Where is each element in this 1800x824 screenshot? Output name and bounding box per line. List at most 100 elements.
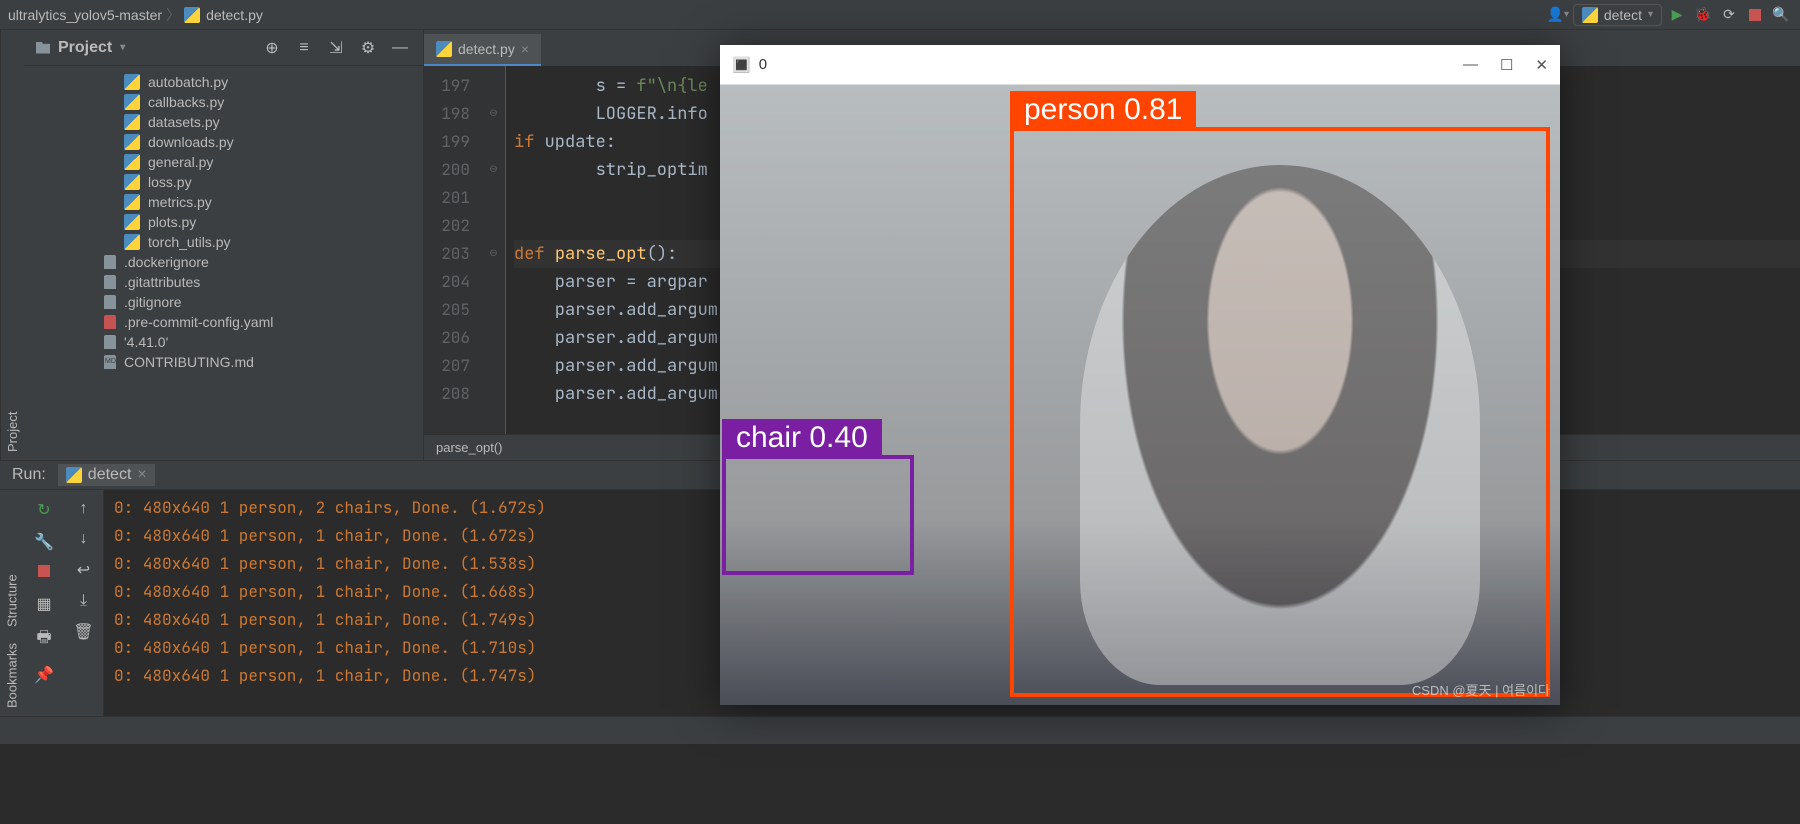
python-icon bbox=[66, 467, 82, 483]
toolbar-right: 👤▾ detect ▾ ▶ 🐞 ⟳ 🔍 bbox=[1547, 4, 1792, 26]
tree-item[interactable]: .gitignore bbox=[24, 292, 423, 312]
app-icon: 🔳 bbox=[732, 56, 751, 74]
left-toolwindow-stripe-bottom[interactable]: Bookmarks Structure bbox=[0, 490, 24, 716]
rerun-icon[interactable]: ↻ bbox=[37, 500, 50, 520]
python-icon bbox=[124, 94, 140, 110]
bbox-label: person 0.81 bbox=[1010, 91, 1196, 129]
file-icon bbox=[104, 275, 116, 289]
run-config-name: detect bbox=[1604, 7, 1642, 23]
line-gutter: 197198199200201202203204205206207208 bbox=[424, 66, 482, 434]
file-icon bbox=[104, 335, 116, 349]
breadcrumb[interactable]: ultralytics_yolov5-master 〉 detect.py bbox=[8, 5, 1547, 25]
breadcrumb-file[interactable]: detect.py bbox=[206, 7, 263, 23]
breadcrumb-root[interactable]: ultralytics_yolov5-master bbox=[8, 7, 162, 23]
tree-item[interactable]: '4.41.0' bbox=[24, 332, 423, 352]
wrap-icon[interactable]: ↩ bbox=[77, 560, 90, 580]
tree-item[interactable]: metrics.py bbox=[24, 192, 423, 212]
window-title: 0 bbox=[759, 56, 767, 73]
tree-item[interactable]: .dockerignore bbox=[24, 252, 423, 272]
select-opened-icon[interactable]: ⊕ bbox=[261, 37, 283, 59]
tree-item[interactable]: CONTRIBUTING.md bbox=[24, 352, 423, 372]
expand-all-icon[interactable]: ≡ bbox=[293, 37, 315, 59]
stop-icon[interactable] bbox=[38, 564, 50, 582]
chevron-down-icon: ▾ bbox=[1648, 9, 1653, 20]
debug-button[interactable]: 🐞 bbox=[1692, 4, 1714, 26]
minimize-icon[interactable]: — bbox=[389, 37, 411, 59]
tree-item[interactable]: plots.py bbox=[24, 212, 423, 232]
tab-label: detect.py bbox=[458, 41, 515, 57]
collapse-all-icon[interactable]: ⇲ bbox=[325, 37, 347, 59]
project-tab[interactable]: Project bbox=[5, 412, 20, 452]
search-button[interactable]: 🔍 bbox=[1770, 4, 1792, 26]
up-icon[interactable]: ↑ bbox=[80, 500, 88, 518]
editor-tab[interactable]: detect.py × bbox=[424, 34, 541, 66]
python-icon bbox=[436, 41, 452, 57]
fold-gutter[interactable]: ⊖⊖⊖ bbox=[482, 66, 506, 434]
python-icon bbox=[124, 154, 140, 170]
python-icon bbox=[124, 174, 140, 190]
top-navigation: ultralytics_yolov5-master 〉 detect.py 👤▾… bbox=[0, 0, 1800, 30]
wrench-icon[interactable]: 🔧 bbox=[34, 532, 54, 552]
stop-button[interactable] bbox=[1744, 4, 1766, 26]
markdown-icon bbox=[104, 355, 116, 369]
run-toolbar-primary: ↻ 🔧 ▦ 🖶 📌 bbox=[24, 490, 64, 716]
detection-window[interactable]: 🔳 0 — ☐ ✕ chair 0.40 person 0.81 CSDN @夏… bbox=[720, 45, 1560, 705]
minimize-icon[interactable]: — bbox=[1463, 56, 1478, 74]
python-icon bbox=[124, 214, 140, 230]
tree-item[interactable]: loss.py bbox=[24, 172, 423, 192]
run-title: Run: bbox=[12, 466, 46, 484]
file-icon bbox=[104, 295, 116, 309]
trash-icon[interactable]: 🗑 bbox=[73, 622, 93, 642]
down-icon[interactable]: ↓ bbox=[80, 530, 88, 548]
detection-titlebar[interactable]: 🔳 0 — ☐ ✕ bbox=[720, 45, 1560, 85]
scroll-icon[interactable]: ⤓ bbox=[80, 592, 87, 610]
tree-item[interactable]: callbacks.py bbox=[24, 92, 423, 112]
python-icon bbox=[124, 134, 140, 150]
run-toolbar-secondary: ↑ ↓ ↩ ⤓ 🗑 bbox=[64, 490, 104, 716]
bbox-chair: chair 0.40 bbox=[722, 455, 914, 575]
run-configuration-selector[interactable]: detect ▾ bbox=[1573, 4, 1662, 26]
left-toolwindow-stripe[interactable]: Project bbox=[0, 30, 24, 460]
bbox-person: person 0.81 bbox=[1010, 127, 1550, 697]
status-bar bbox=[0, 716, 1800, 744]
python-icon bbox=[124, 114, 140, 130]
bbox-label: chair 0.40 bbox=[722, 419, 882, 457]
layout-icon[interactable]: ▦ bbox=[36, 594, 51, 614]
project-title: Project bbox=[58, 39, 112, 57]
project-tree[interactable]: autobatch.py callbacks.py datasets.py do… bbox=[24, 66, 423, 460]
tree-item[interactable]: downloads.py bbox=[24, 132, 423, 152]
bookmarks-tab[interactable]: Bookmarks bbox=[5, 643, 20, 708]
chevron-down-icon[interactable]: ▾ bbox=[120, 42, 125, 53]
tree-item[interactable]: .pre-commit-config.yaml bbox=[24, 312, 423, 332]
tree-item[interactable]: autobatch.py bbox=[24, 72, 423, 92]
tree-item[interactable]: torch_utils.py bbox=[24, 232, 423, 252]
python-icon bbox=[124, 234, 140, 250]
structure-tab[interactable]: Structure bbox=[5, 574, 20, 627]
settings-icon[interactable]: ⚙ bbox=[357, 37, 379, 59]
watermark: CSDN @夏天 | 여름이다 bbox=[1412, 680, 1550, 699]
close-icon[interactable]: × bbox=[137, 466, 146, 484]
run-tab[interactable]: detect × bbox=[58, 464, 155, 486]
user-icon[interactable]: 👤▾ bbox=[1547, 4, 1569, 26]
file-icon bbox=[104, 255, 116, 269]
detection-video-frame: chair 0.40 person 0.81 CSDN @夏天 | 여름이다 bbox=[720, 85, 1560, 705]
python-icon bbox=[124, 194, 140, 210]
print-icon[interactable]: 🖶 bbox=[36, 626, 51, 653]
folder-icon bbox=[36, 42, 50, 54]
maximize-icon[interactable]: ☐ bbox=[1500, 56, 1513, 74]
tree-item[interactable]: datasets.py bbox=[24, 112, 423, 132]
breadcrumb-sep: 〉 bbox=[166, 5, 180, 25]
python-icon bbox=[1582, 7, 1598, 23]
project-panel: Project ▾ ⊕ ≡ ⇲ ⚙ — autobatch.py callbac… bbox=[24, 30, 424, 460]
python-icon bbox=[184, 7, 200, 23]
tree-item[interactable]: general.py bbox=[24, 152, 423, 172]
close-icon[interactable]: ✕ bbox=[1535, 56, 1548, 74]
yaml-icon bbox=[104, 315, 116, 329]
run-button[interactable]: ▶ bbox=[1666, 4, 1688, 26]
project-header: Project ▾ ⊕ ≡ ⇲ ⚙ — bbox=[24, 30, 423, 66]
tree-item[interactable]: .gitattributes bbox=[24, 272, 423, 292]
pin-icon[interactable]: 📌 bbox=[34, 665, 54, 685]
close-icon[interactable]: × bbox=[521, 41, 529, 57]
python-icon bbox=[124, 74, 140, 90]
more-run-icon[interactable]: ⟳ bbox=[1718, 4, 1740, 26]
